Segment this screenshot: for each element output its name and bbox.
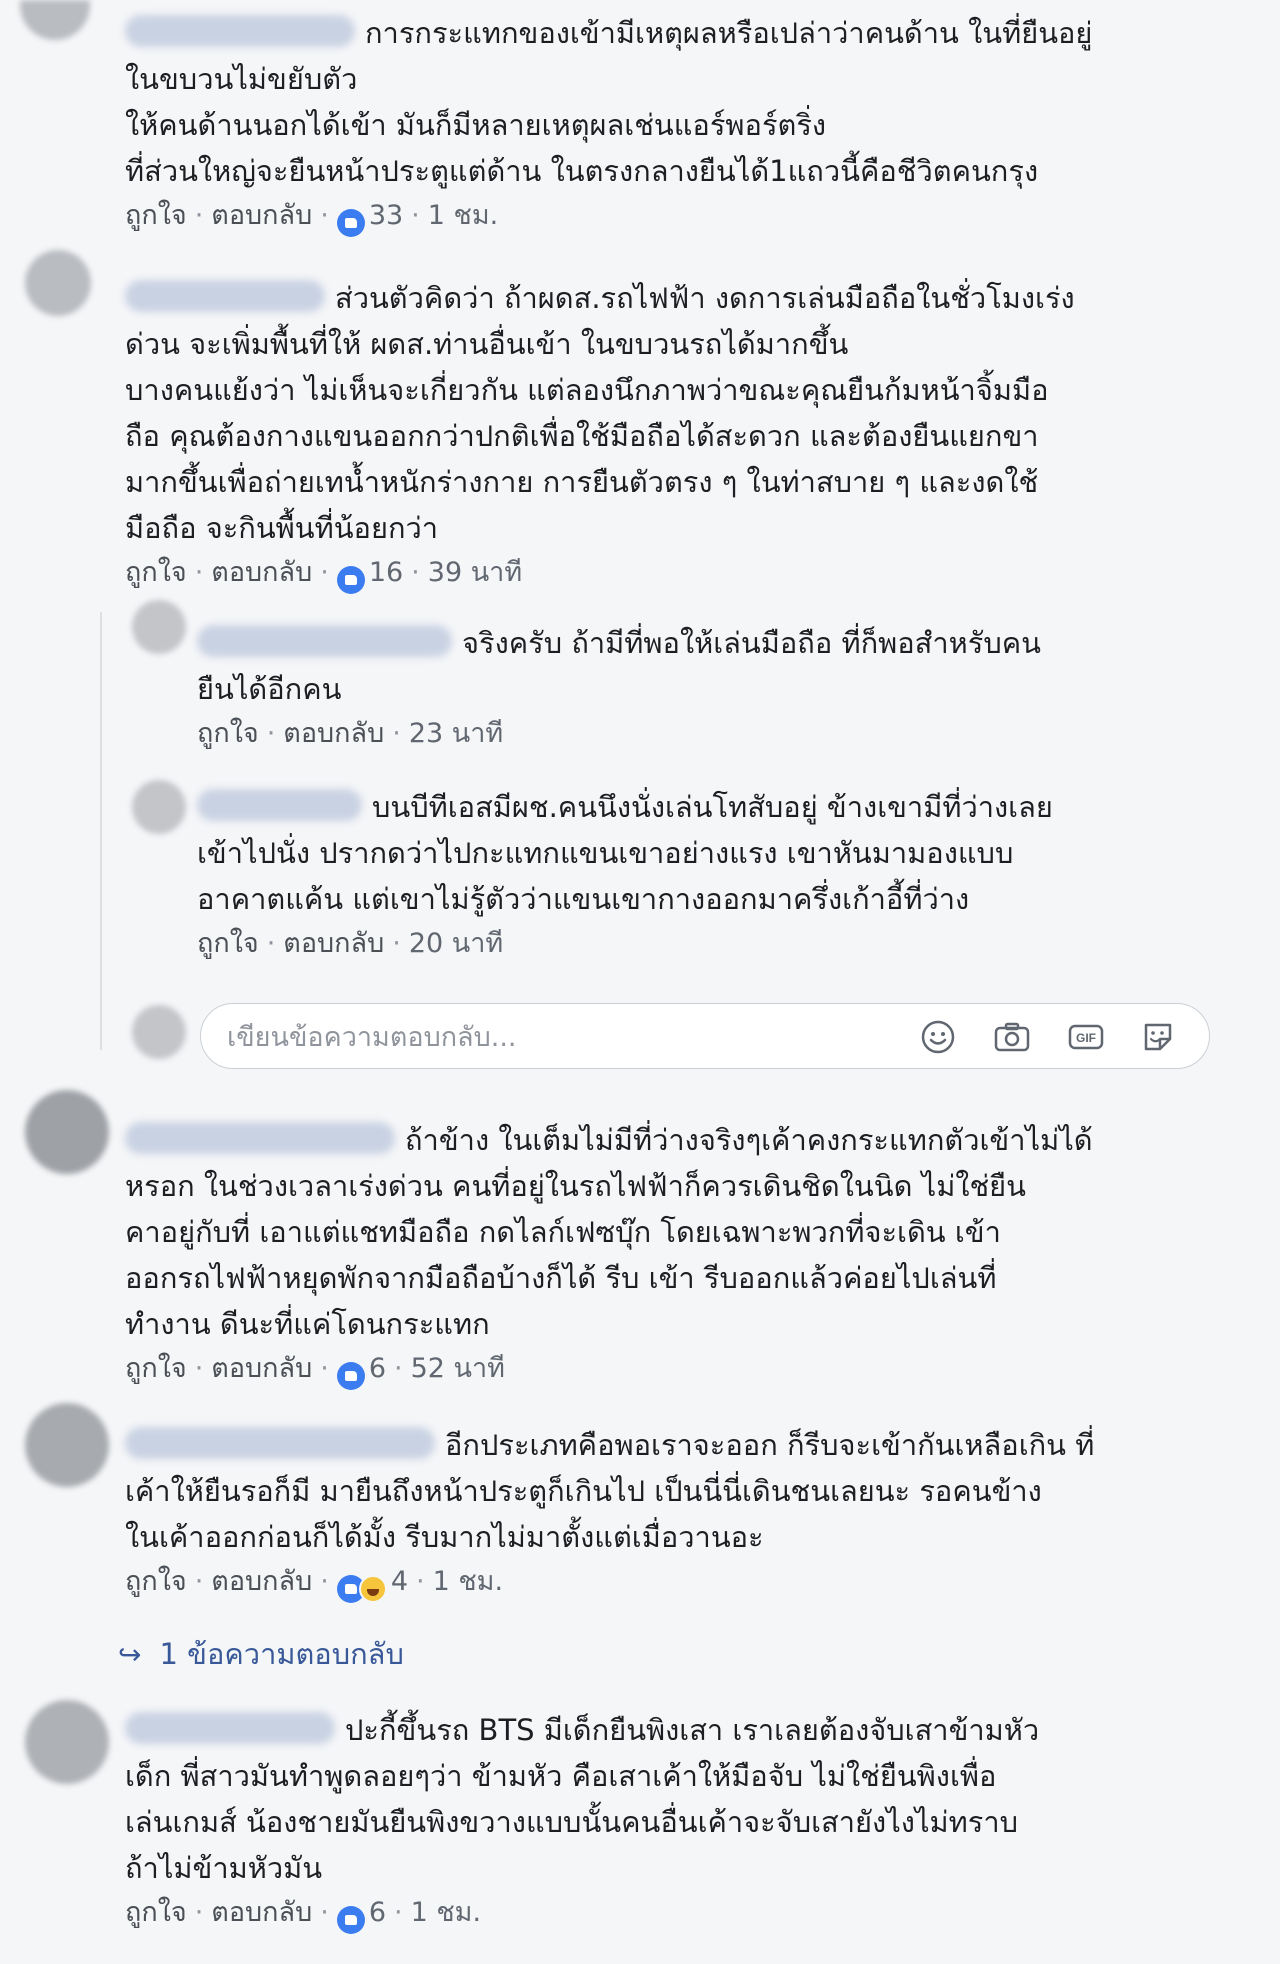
comment-text: จริงครับ ถ้ามีที่พอให้เล่นมือถือ ที่ก็พอ… — [197, 625, 1041, 706]
comment-text: ถ้าข้าง ในเต็มไม่มีที่ว่างจริงๆเค้าคงกระ… — [125, 1122, 1093, 1341]
reaction-count: 16 — [368, 557, 404, 588]
timestamp[interactable]: 52 นาที — [411, 1353, 505, 1384]
reply-comment: จริงครับ ถ้ามีที่พอให้เล่นมือถือ ที่ก็พอ… — [197, 620, 1227, 754]
comment-text: ส่วนตัวคิดว่า ถ้าผดส.รถไฟฟ้า งดการเล่นมื… — [125, 280, 1075, 545]
commenter-name[interactable] — [125, 15, 355, 47]
like-link[interactable]: ถูกใจ — [125, 1566, 187, 1597]
avatar[interactable] — [25, 1700, 109, 1784]
comment: ส่วนตัวคิดว่า ถ้าผดส.รถไฟฟ้า งดการเล่นมื… — [125, 275, 1235, 599]
comment: อีกประเภทคือพอเราจะออก ก็รีบจะเข้ากันเหล… — [125, 1422, 1235, 1608]
reply-link[interactable]: ตอบกลับ — [283, 718, 384, 749]
reply-composer[interactable]: GIF — [200, 1003, 1210, 1069]
comment-actions: ถูกใจ · ตอบกลับ · 20 นาที — [197, 928, 504, 959]
reaction-count: 6 — [368, 1897, 386, 1928]
svg-text:GIF: GIF — [1076, 1031, 1096, 1045]
timestamp[interactable]: 1 ชม. — [433, 1566, 503, 1597]
reaction-count: 33 — [368, 200, 404, 231]
avatar[interactable] — [25, 1090, 109, 1174]
reply-link[interactable]: ตอบกลับ — [211, 1353, 312, 1384]
like-link[interactable]: ถูกใจ — [197, 718, 259, 749]
timestamp[interactable]: 1 ชม. — [411, 1897, 481, 1928]
like-link[interactable]: ถูกใจ — [125, 1897, 187, 1928]
comment-text: บนบีทีเอสมีผช.คนนึงนั่งเล่นโทสับอยู่ ข้า… — [197, 789, 1053, 916]
commenter-name[interactable] — [125, 1427, 435, 1459]
like-link[interactable]: ถูกใจ — [125, 1353, 187, 1384]
comment-actions: ถูกใจ · ตอบกลับ · 6 · 1 ชม. — [125, 1893, 1235, 1939]
comment-actions: ถูกใจ · ตอบกลับ · 6 · 52 นาที — [125, 1349, 1235, 1395]
view-replies-link[interactable]: ↪ 1 ข้อความตอบกลับ — [118, 1634, 404, 1675]
timestamp[interactable]: 23 นาที — [409, 718, 503, 749]
reaction-summary[interactable] — [336, 559, 365, 599]
comment-actions: ถูกใจ · ตอบกลับ · 23 นาที — [197, 718, 504, 749]
like-icon — [336, 565, 365, 594]
comment: ปะกี้ขึ้นรถ BTS มีเด็กยืนพิงเสา เราเลยต้… — [125, 1707, 1235, 1939]
reaction-summary[interactable] — [336, 1355, 365, 1395]
reply-arrow-icon: ↪ — [118, 1638, 142, 1671]
timestamp[interactable]: 39 นาที — [428, 557, 522, 588]
commenter-name[interactable] — [125, 1712, 335, 1744]
reaction-summary[interactable] — [336, 1568, 387, 1608]
like-icon — [336, 1361, 365, 1390]
reaction-count: 4 — [390, 1566, 408, 1597]
commenter-name[interactable] — [197, 625, 452, 657]
like-link[interactable]: ถูกใจ — [125, 557, 187, 588]
sticker-icon[interactable] — [1139, 1018, 1177, 1056]
like-link[interactable]: ถูกใจ — [197, 928, 259, 959]
commenter-name[interactable] — [125, 1122, 395, 1154]
avatar[interactable] — [20, 0, 90, 40]
timestamp[interactable]: 1 ชม. — [428, 200, 498, 231]
comment-text: ปะกี้ขึ้นรถ BTS มีเด็กยืนพิงเสา เราเลยต้… — [125, 1712, 1040, 1885]
reply-link[interactable]: ตอบกลับ — [211, 1897, 312, 1928]
comment: ถ้าข้าง ในเต็มไม่มีที่ว่างจริงๆเค้าคงกระ… — [125, 1117, 1235, 1395]
reaction-summary[interactable] — [336, 1899, 365, 1939]
reply-input[interactable] — [225, 1014, 869, 1060]
reaction-count: 6 — [368, 1353, 386, 1384]
avatar[interactable] — [25, 1403, 109, 1487]
comment-text: การกระแทกของเข้ามีเหตุผลหรือเปล่าว่าคนด้… — [125, 15, 1093, 188]
reply-comment: บนบีทีเอสมีผช.คนนึงนั่งเล่นโทสับอยู่ ข้า… — [197, 784, 1227, 964]
gif-icon[interactable]: GIF — [1067, 1018, 1105, 1056]
like-icon — [336, 1905, 365, 1934]
camera-icon[interactable] — [993, 1018, 1031, 1056]
comment-actions: ถูกใจ · ตอบกลับ · 16 · 39 นาที — [125, 553, 1235, 599]
comment-actions: ถูกใจ · ตอบกลับ · 4 · 1 ชม. — [125, 1562, 1235, 1608]
reply-link[interactable]: ตอบกลับ — [211, 1566, 312, 1597]
comment-actions: ถูกใจ · ตอบกลับ · 33 · 1 ชม. — [125, 196, 1235, 242]
like-link[interactable]: ถูกใจ — [125, 200, 187, 231]
haha-icon — [358, 1574, 387, 1603]
commenter-name[interactable] — [197, 789, 362, 821]
my-avatar — [132, 1005, 186, 1059]
emoji-icon[interactable] — [919, 1018, 957, 1056]
commenter-name[interactable] — [125, 280, 325, 312]
reply-link[interactable]: ตอบกลับ — [283, 928, 384, 959]
reply-link[interactable]: ตอบกลับ — [211, 557, 312, 588]
reply-link[interactable]: ตอบกลับ — [211, 200, 312, 231]
thread-line — [100, 612, 102, 1050]
comment-text: อีกประเภทคือพอเราจะออก ก็รีบจะเข้ากันเหล… — [125, 1427, 1095, 1554]
avatar[interactable] — [25, 250, 91, 316]
comment: การกระแทกของเข้ามีเหตุผลหรือเปล่าว่าคนด้… — [125, 10, 1235, 242]
timestamp[interactable]: 20 นาที — [409, 928, 503, 959]
avatar[interactable] — [132, 780, 186, 834]
avatar[interactable] — [132, 600, 186, 654]
like-icon — [336, 208, 365, 237]
reaction-summary[interactable] — [336, 202, 365, 242]
